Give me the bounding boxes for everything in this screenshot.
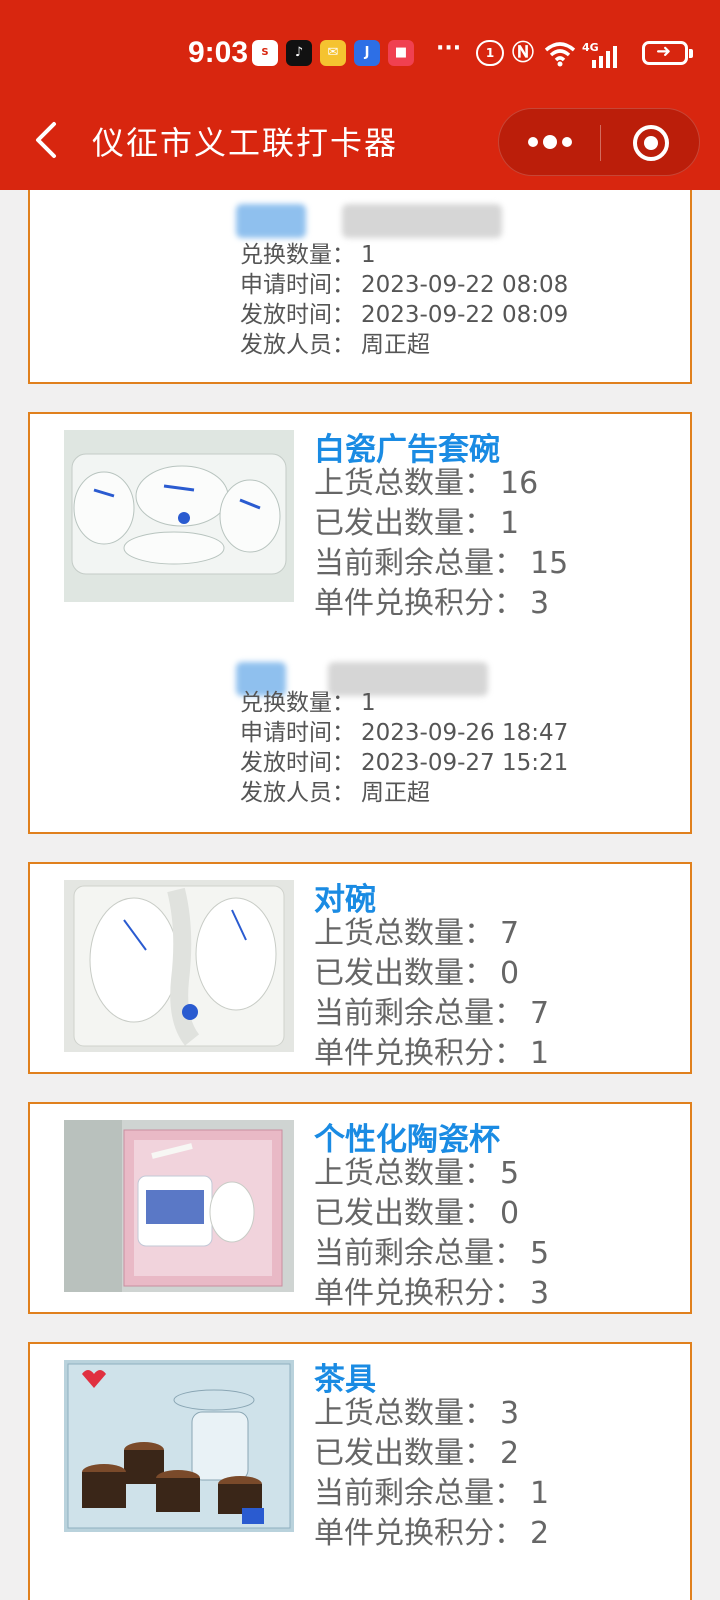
item-name[interactable]: 对碗: [314, 874, 376, 919]
blurred-user-avatar: [236, 204, 306, 238]
stat-points: 单件兑换积分： 1: [314, 1036, 550, 1071]
status-time: 9:03: [188, 36, 249, 69]
tiktok-icon: ♪: [286, 40, 312, 66]
app-header: 9:03 S ♪ ✉ J ■ ··· 1 Ⓝ 4G ➜ 仪征市义工联打卡器: [0, 0, 720, 190]
stat-total: 上货总数量： 7: [314, 916, 520, 951]
item-name[interactable]: 茶具: [314, 1354, 376, 1399]
record-issuer: 发放人员： 周正超: [240, 332, 430, 358]
more-options-icon[interactable]: [525, 123, 575, 161]
product-image: [64, 880, 294, 1052]
record-exchange-qty: 兑换数量： 1: [240, 242, 376, 268]
item-stats: 上货总数量： 3 已发出数量： 2 当前剩余总量： 1 单件兑换积分： 2: [314, 1394, 549, 1554]
battery-icon: ➜: [642, 41, 693, 65]
stat-total: 上货总数量： 5: [314, 1156, 520, 1191]
record-issue-time: 发放时间： 2023-09-27 15:21: [240, 750, 569, 776]
stat-remaining: 当前剩余总量： 5: [314, 1236, 550, 1271]
stat-total: 上货总数量： 16: [314, 466, 539, 501]
stat-issued: 已发出数量： 1: [314, 506, 520, 541]
stat-issued: 已发出数量： 0: [314, 1196, 520, 1231]
record-issuer: 发放人员： 周正超: [240, 780, 430, 806]
nav-bar: 仪征市义工联打卡器: [0, 104, 720, 176]
item-stats: 上货总数量： 16 已发出数量： 1 当前剩余总量： 15 单件兑换积分： 3: [314, 464, 568, 624]
ssp-app-icon: S: [252, 40, 278, 66]
stat-remaining: 当前剩余总量： 1: [314, 1476, 550, 1511]
signal-icon: [592, 46, 617, 68]
back-icon[interactable]: [32, 120, 62, 160]
stat-issued: 已发出数量： 0: [314, 956, 520, 991]
stat-points: 单件兑换积分： 3: [314, 586, 550, 621]
record-exchange-qty: 兑换数量： 1: [240, 690, 376, 716]
status-bar: 9:03 S ♪ ✉ J ■ ··· 1 Ⓝ 4G ➜: [0, 32, 720, 76]
item-stats: 上货总数量： 7 已发出数量： 0 当前剩余总量： 7 单件兑换积分： 1: [314, 914, 549, 1074]
product-image: [64, 1120, 294, 1292]
item-card[interactable]: 对碗 上货总数量： 7 已发出数量： 0 当前剩余总量： 7 单件兑换积分： 1: [28, 862, 692, 1074]
tea-set-photo: [64, 1360, 294, 1532]
bowl-pair-photo: [64, 880, 294, 1052]
stat-issued: 已发出数量： 2: [314, 1436, 520, 1471]
record-issue-time: 发放时间： 2023-09-22 08:09: [240, 302, 569, 328]
red-app-icon: ■: [388, 40, 414, 66]
stat-total: 上货总数量： 3: [314, 1396, 520, 1431]
bowl-set-photo: [64, 430, 294, 602]
item-stats: 上货总数量： 5 已发出数量： 0 当前剩余总量： 5 单件兑换积分： 3: [314, 1154, 549, 1314]
item-card[interactable]: 茶具 上货总数量： 3 已发出数量： 2 当前剩余总量： 1 单件兑换积分： 2: [28, 1342, 692, 1600]
item-card[interactable]: 白瓷广告套碗 上货总数量： 16 已发出数量： 1 当前剩余总量： 15 单件兑换积分…: [28, 412, 692, 834]
product-image: [64, 430, 294, 602]
ceramic-cup-photo: [64, 1120, 294, 1292]
more-notifications-icon: ···: [436, 36, 462, 61]
product-image: [64, 1360, 294, 1532]
stat-points: 单件兑换积分： 3: [314, 1276, 550, 1311]
item-card[interactable]: 个性化陶瓷杯 上货总数量： 5 已发出数量： 0 当前剩余总量： 5 单件兑换积分： 3: [28, 1102, 692, 1314]
record-details: 兑换数量： 1 申请时间： 2023-09-26 18:47 发放时间： 2023-0…: [240, 688, 568, 808]
record-apply-time: 申请时间： 2023-09-22 08:08: [240, 272, 569, 298]
capsule-divider: [600, 125, 601, 161]
wifi-icon: [544, 42, 576, 67]
mail-icon: ✉: [320, 40, 346, 66]
stat-points: 单件兑换积分： 2: [314, 1516, 550, 1551]
item-name[interactable]: 个性化陶瓷杯: [314, 1114, 500, 1159]
close-miniprogram-icon[interactable]: [631, 123, 671, 163]
page-title: 仪征市义工联打卡器: [92, 124, 399, 162]
stat-remaining: 当前剩余总量： 15: [314, 546, 569, 581]
record-apply-time: 申请时间： 2023-09-26 18:47: [240, 720, 569, 746]
record-details: 兑换数量： 1 申请时间： 2023-09-22 08:08 发放时间： 2023-0…: [240, 240, 568, 360]
item-name[interactable]: 白瓷广告套碗: [314, 424, 500, 469]
hd-icon: 1: [476, 40, 504, 66]
stat-remaining: 当前剩余总量： 7: [314, 996, 550, 1031]
miniprogram-capsule: [498, 108, 700, 176]
jd-app-icon: J: [354, 40, 380, 66]
blurred-user-name: [342, 204, 502, 238]
nfc-icon: Ⓝ: [512, 41, 535, 66]
